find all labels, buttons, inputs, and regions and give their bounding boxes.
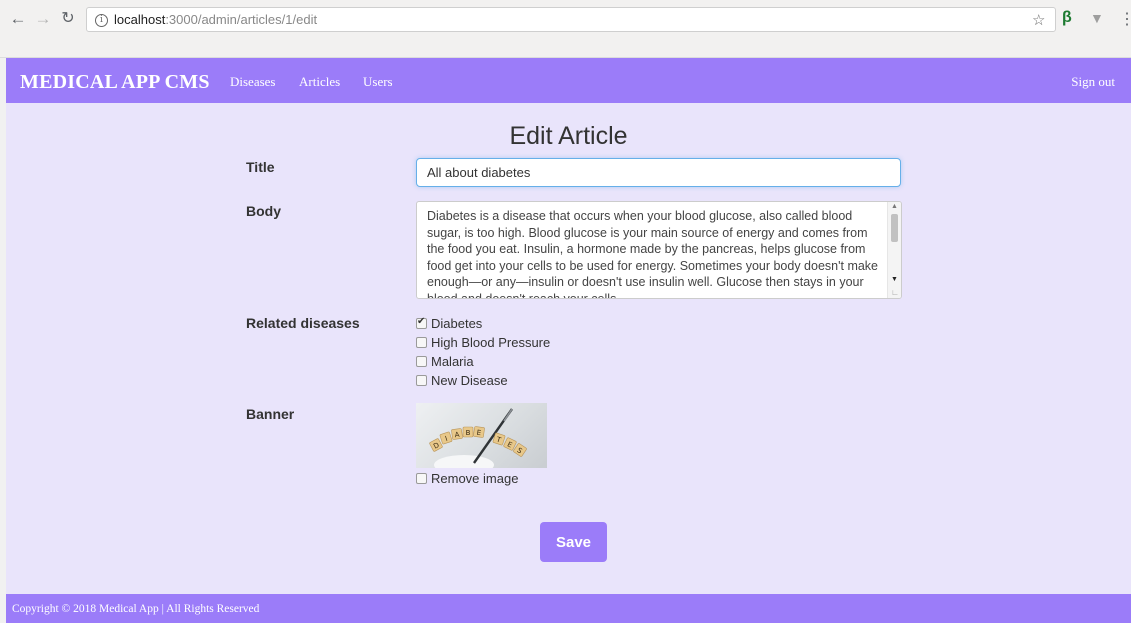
url-path: :3000/admin/articles/1/edit xyxy=(165,12,318,27)
menu-icon[interactable]: ⋮ xyxy=(1119,9,1131,29)
footer-copyright: Copyright © 2018 Medical App | All Right… xyxy=(12,603,260,615)
resize-grip-icon[interactable]: ∟ xyxy=(891,288,899,297)
browser-toolbar: ← → ↻ i localhost:3000/admin/articles/1/e… xyxy=(0,0,1131,58)
checkbox-icon[interactable] xyxy=(416,375,427,386)
scroll-down-icon[interactable]: ▼ xyxy=(891,276,898,283)
related-diseases-label: Related diseases xyxy=(246,315,360,331)
checkbox-icon[interactable] xyxy=(416,473,427,484)
banner-tile: D xyxy=(429,438,443,452)
nav-link-diseases[interactable]: Diseases xyxy=(230,74,276,90)
disease-label: New Disease xyxy=(431,373,508,388)
textarea-scrollbar[interactable]: ▲ ▼ xyxy=(887,202,901,298)
checkbox-checked-icon[interactable] xyxy=(416,316,427,329)
reload-icon[interactable]: ↻ xyxy=(58,9,78,29)
nav-link-articles[interactable]: Articles xyxy=(299,74,340,90)
checkbox-icon[interactable] xyxy=(416,356,427,367)
scroll-thumb[interactable] xyxy=(891,214,898,242)
extension-icon[interactable]: ▼ xyxy=(1090,10,1104,26)
page: MEDICAL APP CMS Diseases Articles Users … xyxy=(6,58,1131,623)
nav-link-users[interactable]: Users xyxy=(363,74,393,90)
title-label: Title xyxy=(246,159,275,175)
page-title: Edit Article xyxy=(509,122,628,150)
banner-tile: A xyxy=(451,428,463,440)
star-icon[interactable]: ☆ xyxy=(1032,11,1045,29)
checkbox-icon[interactable] xyxy=(416,337,427,348)
disease-checkbox-high-blood-pressure[interactable]: High Blood Pressure xyxy=(416,335,550,351)
disease-label: Malaria xyxy=(431,354,474,369)
info-icon[interactable]: i xyxy=(95,14,108,28)
svg-text:B: B xyxy=(466,429,471,437)
title-input[interactable] xyxy=(416,158,901,187)
address-bar[interactable]: i localhost:3000/admin/articles/1/edit xyxy=(86,7,1056,32)
scroll-up-icon[interactable]: ▲ xyxy=(891,203,898,210)
remove-image-checkbox[interactable]: Remove image xyxy=(416,471,518,487)
disease-label: High Blood Pressure xyxy=(431,335,551,350)
banner-image: DIABETES xyxy=(416,403,547,468)
banner-tile: B xyxy=(462,426,474,438)
body-label: Body xyxy=(246,203,281,219)
banner-tile: E xyxy=(473,426,485,438)
body-textarea[interactable]: Diabetes is a disease that occurs when y… xyxy=(416,201,902,299)
remove-image-label: Remove image xyxy=(431,471,519,486)
banner-photo: DI A B ETES xyxy=(429,408,527,468)
disease-checkbox-new-disease[interactable]: New Disease xyxy=(416,373,508,389)
disease-label: Diabetes xyxy=(431,316,483,331)
forward-icon[interactable]: → xyxy=(33,9,53,29)
extension-icon[interactable]: β xyxy=(1062,9,1072,27)
save-button[interactable]: Save xyxy=(540,522,607,562)
banner-label: Banner xyxy=(246,406,295,422)
url-host: localhost xyxy=(114,12,166,27)
sign-out-link[interactable]: Sign out xyxy=(1071,74,1115,90)
top-navbar: MEDICAL APP CMS Diseases Articles Users … xyxy=(6,58,1131,103)
back-icon[interactable]: ← xyxy=(8,9,28,29)
banner-tile: I xyxy=(439,431,453,445)
disease-checkbox-malaria[interactable]: Malaria xyxy=(416,354,474,370)
footer: Copyright © 2018 Medical App | All Right… xyxy=(6,594,1131,623)
brand-logo[interactable]: MEDICAL APP CMS xyxy=(20,71,210,94)
body-text: Diabetes is a disease that occurs when y… xyxy=(427,209,879,299)
disease-checkbox-diabetes[interactable]: Diabetes xyxy=(416,316,482,332)
